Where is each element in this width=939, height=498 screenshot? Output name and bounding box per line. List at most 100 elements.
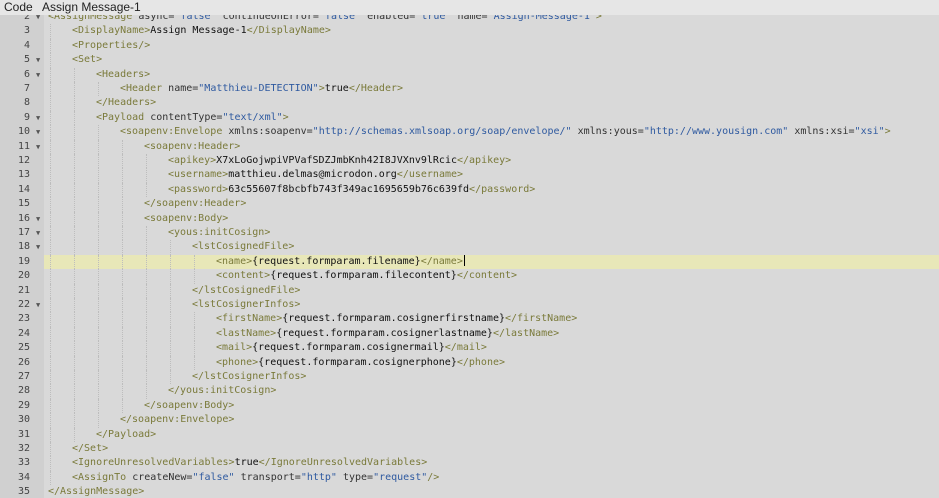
editor-header: Code Assign Message-1 bbox=[0, 0, 939, 15]
indent-guide bbox=[122, 283, 123, 298]
indent-guide bbox=[50, 197, 51, 212]
indent-guide bbox=[50, 355, 51, 370]
code-line[interactable]: 20 <content>{request.formparam.fileconten… bbox=[0, 269, 939, 284]
indent-guide bbox=[74, 341, 75, 356]
indent-guide bbox=[74, 125, 75, 140]
indent-guide bbox=[170, 341, 171, 356]
indent-guide bbox=[122, 312, 123, 327]
indent-guide bbox=[146, 154, 147, 169]
code-line[interactable]: 34 <AssignTo createNew="false" transport=… bbox=[0, 470, 939, 486]
code-line[interactable]: 12 <apikey>X7xLoGojwpiVPVafSDZJmbKnh42I8J… bbox=[0, 154, 939, 169]
fold-toggle-icon[interactable]: ▼ bbox=[36, 53, 40, 67]
code-line[interactable]: 31 </Payload> bbox=[0, 427, 939, 442]
code-line[interactable]: 25 <mail>{request.formparam.cosignermail}… bbox=[0, 341, 939, 356]
line-gutter: 13 bbox=[0, 168, 44, 183]
code-line[interactable]: 5 ▼ <Set> bbox=[0, 53, 939, 68]
code-token: <IgnoreUnresolvedVariables> bbox=[72, 457, 235, 469]
code-line[interactable]: 19 <name>{request.formparam.filename}</na… bbox=[0, 254, 939, 270]
fold-toggle-icon[interactable]: ▼ bbox=[36, 226, 40, 240]
line-number: 17 bbox=[17, 227, 30, 238]
code-line[interactable]: 28 </yous:initCosign> bbox=[0, 384, 939, 399]
code-line[interactable]: 29 </soapenv:Body> bbox=[0, 398, 939, 414]
line-number: 35 bbox=[17, 486, 30, 498]
code-line[interactable]: 11 ▼ <soapenv:Header> bbox=[0, 139, 939, 154]
code-token: continueOnError= bbox=[216, 15, 319, 22]
code-line[interactable]: 9 ▼ <Payload contentType="text/xml"> bbox=[0, 110, 939, 126]
code-tab-label[interactable]: Code bbox=[4, 0, 33, 14]
line-gutter: 19 bbox=[0, 254, 44, 270]
fold-toggle-icon[interactable]: ▼ bbox=[36, 111, 40, 125]
line-number: 11 bbox=[17, 140, 30, 152]
code-line[interactable]: 26 <phone>{request.formparam.cosignerphon… bbox=[0, 355, 939, 370]
code-token: {request.formparam.filename} bbox=[252, 255, 421, 267]
code-token: <username> bbox=[168, 169, 229, 181]
line-gutter: 24 bbox=[0, 326, 44, 342]
indent-guide bbox=[98, 283, 99, 298]
code-token: xmlns:yous= bbox=[571, 126, 644, 138]
code-line[interactable]: 15 </soapenv:Header> bbox=[0, 197, 939, 212]
line-number: 9 bbox=[23, 111, 30, 123]
line-gutter: 12 bbox=[0, 154, 44, 169]
fold-toggle-icon[interactable]: ▼ bbox=[36, 240, 40, 254]
indent-guide bbox=[74, 139, 75, 154]
indent-guide bbox=[50, 370, 51, 385]
code-line[interactable]: 7 <Header name="Matthieu-DETECTION">true<… bbox=[0, 82, 939, 97]
code-line[interactable]: 35 </AssignMessage> bbox=[0, 485, 939, 498]
line-gutter: 30 bbox=[0, 413, 44, 428]
code-line[interactable]: 13 <username>matthieu.delmas@microdon.org… bbox=[0, 168, 939, 183]
indent-guide bbox=[50, 413, 51, 428]
code-line[interactable]: 32 </Set> bbox=[0, 442, 939, 457]
code-token: </Headers> bbox=[96, 97, 157, 109]
code-line[interactable]: 10 ▼ <soapenv:Envelope xmlns:soapenv="http… bbox=[0, 125, 939, 140]
fold-toggle-icon[interactable]: ▼ bbox=[36, 125, 40, 139]
fold-toggle-icon[interactable]: ▼ bbox=[36, 298, 40, 312]
code-line[interactable]: 30 </soapenv:Envelope> bbox=[0, 413, 939, 428]
fold-toggle-icon[interactable]: ▼ bbox=[36, 140, 40, 154]
code-token: type= bbox=[336, 471, 374, 483]
code-token: > bbox=[282, 111, 289, 123]
fold-toggle-icon[interactable]: ▼ bbox=[36, 68, 40, 82]
code-line[interactable]: 16 ▼ <soapenv:Body> bbox=[0, 211, 939, 226]
indent-guide bbox=[122, 398, 123, 414]
code-token: "request" bbox=[373, 471, 428, 483]
code-line[interactable]: 22 ▼ <lstCosignerInfos> bbox=[0, 298, 939, 313]
code-editor[interactable]: 2 ▼ <AssignMessage async="false" continueO… bbox=[0, 15, 939, 498]
code-token: true bbox=[234, 457, 259, 469]
code-token: <name> bbox=[216, 255, 253, 267]
code-line[interactable]: 8 </Headers> bbox=[0, 96, 939, 111]
indent-guide bbox=[74, 182, 75, 198]
code-line[interactable]: 2 ▼ <AssignMessage async="false" continueO… bbox=[0, 15, 939, 25]
code-line[interactable]: 14 <password>63c55607f8bcbfb743f349ac1695… bbox=[0, 182, 939, 198]
code-token: <soapenv:Header> bbox=[144, 140, 241, 152]
indent-guide bbox=[98, 139, 99, 154]
code-token: </Header> bbox=[348, 83, 404, 94]
indent-guide bbox=[50, 470, 51, 486]
fold-toggle-icon[interactable]: ▼ bbox=[36, 15, 40, 24]
code-line[interactable]: 17 ▼ <yous:initCosign> bbox=[0, 226, 939, 241]
code-line[interactable]: 23 <firstName>{request.formparam.cosigner… bbox=[0, 312, 939, 327]
indent-guide bbox=[50, 67, 51, 82]
indent-guide bbox=[194, 341, 195, 356]
code-token: </AssignMessage> bbox=[48, 486, 145, 498]
code-line[interactable]: 6 ▼ <Headers> bbox=[0, 67, 939, 82]
code-line[interactable]: 27 </lstCosignerInfos> bbox=[0, 370, 939, 385]
line-gutter: 33 bbox=[0, 456, 44, 471]
code-line[interactable]: 33 <IgnoreUnresolvedVariables>true</Ignor… bbox=[0, 456, 939, 471]
code-line[interactable]: 21 </lstCosignedFile> bbox=[0, 283, 939, 298]
code-line[interactable]: 18 ▼ <lstCosignedFile> bbox=[0, 240, 939, 255]
code-line[interactable]: 4 <Properties/> bbox=[0, 38, 939, 54]
fold-toggle-icon[interactable]: ▼ bbox=[36, 212, 40, 226]
indent-guide bbox=[170, 312, 171, 327]
code-token: "Assign-Message-1" bbox=[487, 15, 596, 22]
code-token: "text/xml" bbox=[222, 111, 283, 123]
indent-guide bbox=[50, 283, 51, 298]
line-number: 3 bbox=[23, 25, 30, 37]
indent-guide bbox=[74, 355, 75, 370]
indent-guide bbox=[170, 326, 171, 342]
code-token: <Properties/> bbox=[72, 39, 151, 51]
indent-guide bbox=[98, 226, 99, 241]
code-line[interactable]: 3 <DisplayName>Assign Message-1</DisplayN… bbox=[0, 24, 939, 39]
code-token: {request.formparam.cosignerlastname} bbox=[276, 327, 493, 339]
code-line[interactable]: 24 <lastName>{request.formparam.cosignerl… bbox=[0, 326, 939, 342]
indent-guide bbox=[194, 326, 195, 342]
